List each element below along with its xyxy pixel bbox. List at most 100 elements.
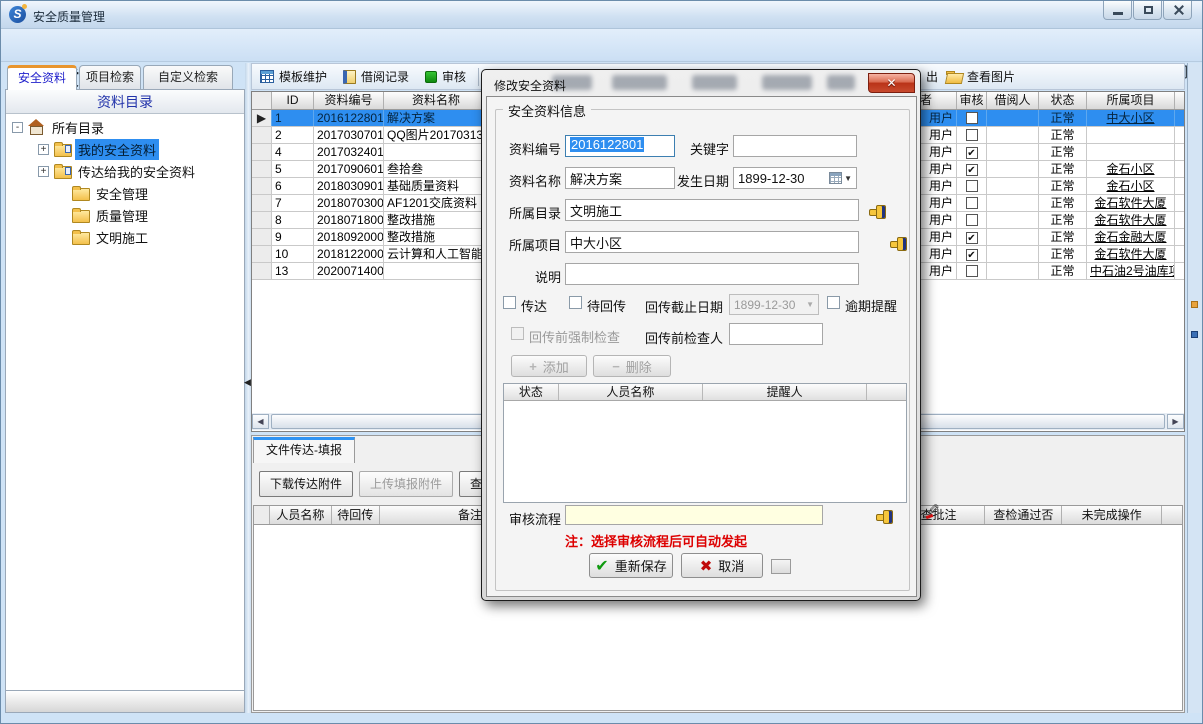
cell-project-link[interactable]: 金石小区 [1087, 178, 1175, 194]
template-grid-icon [260, 70, 274, 83]
audit-checkbox[interactable] [966, 197, 978, 209]
cell-id: 10 [272, 246, 314, 262]
col-borrower[interactable]: 借阅人 [987, 92, 1039, 109]
col-audit[interactable]: 审核 [957, 92, 987, 109]
restore-icon[interactable] [1133, 1, 1162, 20]
overdue-remind-checkbox[interactable] [827, 296, 840, 309]
project-field[interactable] [565, 231, 859, 253]
col-unfinished[interactable]: 未完成操作 [1062, 506, 1162, 524]
audit-button[interactable]: 审核 [417, 65, 474, 88]
cancel-button[interactable]: ✖ 取消 [681, 553, 763, 578]
audit-checkbox[interactable] [966, 214, 978, 226]
view-image-button[interactable]: 查看图片 [938, 65, 1023, 88]
date-picker[interactable]: 1899-12-30 ▼ [733, 167, 857, 189]
tree-expander-icon[interactable]: + [38, 144, 49, 155]
tree-node[interactable]: + 我的安全资料 [6, 138, 244, 160]
cell-id: 13 [272, 263, 314, 279]
tree-node-label[interactable]: 安全管理 [93, 183, 151, 204]
tree-node[interactable]: + 传达给我的安全资料 [6, 160, 244, 182]
cell-id: 7 [272, 195, 314, 211]
audit-checkbox[interactable] [966, 112, 978, 124]
audit-checkbox[interactable] [966, 129, 978, 141]
tree-node[interactable]: 文明施工 [6, 226, 244, 248]
audit-checkbox[interactable]: ✔ [966, 164, 978, 176]
cell-project-link[interactable]: 金石软件大厦 [1087, 246, 1175, 262]
sign-pen-icon[interactable] [925, 504, 941, 518]
tree-node-label[interactable]: 我的安全资料 [75, 139, 159, 160]
force-check-checkbox[interactable] [511, 327, 524, 340]
checker-field[interactable] [729, 323, 823, 345]
audit-flow-field[interactable] [565, 505, 823, 525]
cell-code: 2016122801 [314, 110, 384, 126]
audit-checkbox[interactable]: ✔ [966, 249, 978, 261]
col-status[interactable]: 状态 [1039, 92, 1087, 109]
cell-id: 8 [272, 212, 314, 228]
col-person[interactable]: 人员名称 [270, 506, 332, 524]
tree-node-label[interactable]: 质量管理 [93, 205, 151, 226]
col-project[interactable]: 所属项目 [1087, 92, 1175, 109]
tree-expander-icon[interactable]: - [12, 122, 23, 133]
upload-attachment-button[interactable]: 上传填报附件 [359, 471, 453, 497]
col-pending-return[interactable]: 待回传 [332, 506, 380, 524]
scroll-left-icon[interactable]: ◀ [252, 414, 269, 429]
directory-field[interactable] [565, 199, 859, 221]
deadline-combo[interactable]: 1899-12-30 ▼ [729, 294, 819, 315]
tab-file-transfer[interactable]: 文件传达-填报 [253, 437, 355, 463]
delete-person-button[interactable]: − 删除 [593, 355, 671, 377]
tab-safety-data[interactable]: 安全资料 [7, 65, 77, 90]
template-maintain-button[interactable]: 模板维护 [252, 65, 335, 88]
borrow-record-button[interactable]: 借阅记录 [335, 65, 417, 88]
keyword-field[interactable] [733, 135, 857, 157]
tab-custom-search[interactable]: 自定义检索 [143, 65, 233, 90]
tree-node[interactable]: 安全管理 [6, 182, 244, 204]
audit-checkbox[interactable]: ✔ [966, 232, 978, 244]
row-pointer-icon: ▶ [252, 110, 272, 126]
tree-node-label[interactable]: 文明施工 [93, 227, 151, 248]
minimize-icon[interactable] [1103, 1, 1132, 20]
tab-project-search[interactable]: 项目检索 [79, 65, 141, 90]
audit-checkbox[interactable] [966, 180, 978, 192]
cell-project-link[interactable]: 中石油2号油库项目 [1087, 263, 1175, 279]
cell-project-link[interactable] [1087, 144, 1175, 160]
tree-expander-icon[interactable]: + [38, 166, 49, 177]
person-list[interactable]: 状态 人员名称 提醒人 [503, 383, 907, 503]
cell-project-link[interactable]: 金石软件大厦 [1087, 195, 1175, 211]
row-pointer-icon [252, 246, 272, 262]
cell-project-link[interactable]: 金石软件大厦 [1087, 212, 1175, 228]
cell-project-link[interactable]: 金石金融大厦 [1087, 229, 1175, 245]
code-field[interactable]: 2016122801 [565, 135, 675, 157]
pick-directory-hand-icon[interactable] [869, 205, 886, 217]
audit-checkbox[interactable]: ✔ [966, 147, 978, 159]
pick-flow-hand-icon[interactable] [876, 510, 893, 522]
col-check-pass[interactable]: 查检通过否 [985, 506, 1062, 524]
audit-status-icon [425, 71, 437, 83]
deliver-checkbox[interactable] [503, 296, 516, 309]
calendar-icon[interactable] [829, 172, 842, 184]
cell-project-link[interactable]: 金石小区 [1087, 161, 1175, 177]
col-id[interactable]: ID [272, 92, 314, 109]
pending-return-checkbox[interactable] [569, 296, 582, 309]
col-name[interactable]: 资料名称 [384, 92, 489, 109]
row-pointer-icon [252, 178, 272, 194]
splitter-collapse-icon[interactable]: ◀ [244, 377, 251, 388]
cell-project-link[interactable] [1087, 127, 1175, 143]
close-icon[interactable] [1163, 1, 1192, 20]
cell-project-link[interactable]: 中大小区 [1087, 110, 1175, 126]
cancel-x-icon: ✖ [700, 557, 713, 575]
pick-project-hand-icon[interactable] [890, 237, 907, 249]
col-code[interactable]: 资料编号 [314, 92, 384, 109]
dialog-close-button[interactable]: ✕ [868, 73, 915, 93]
download-attachment-button[interactable]: 下载传达附件 [259, 471, 353, 497]
date-dropdown-icon[interactable]: ▼ [844, 174, 852, 183]
description-field[interactable] [565, 263, 859, 285]
tree-node-label[interactable]: 传达给我的安全资料 [75, 161, 198, 182]
cell-id: 1 [272, 110, 314, 126]
save-button[interactable]: ✔ 重新保存 [589, 553, 673, 578]
resize-grip-button[interactable] [771, 559, 791, 574]
scroll-right-icon[interactable]: ▶ [1167, 414, 1184, 429]
add-person-button[interactable]: + 添加 [511, 355, 587, 377]
tree-node[interactable]: 质量管理 [6, 204, 244, 226]
audit-checkbox[interactable] [966, 265, 978, 277]
tree-node-label[interactable]: 所有目录 [49, 117, 107, 138]
tree-node[interactable]: - 所有目录 [6, 116, 244, 138]
